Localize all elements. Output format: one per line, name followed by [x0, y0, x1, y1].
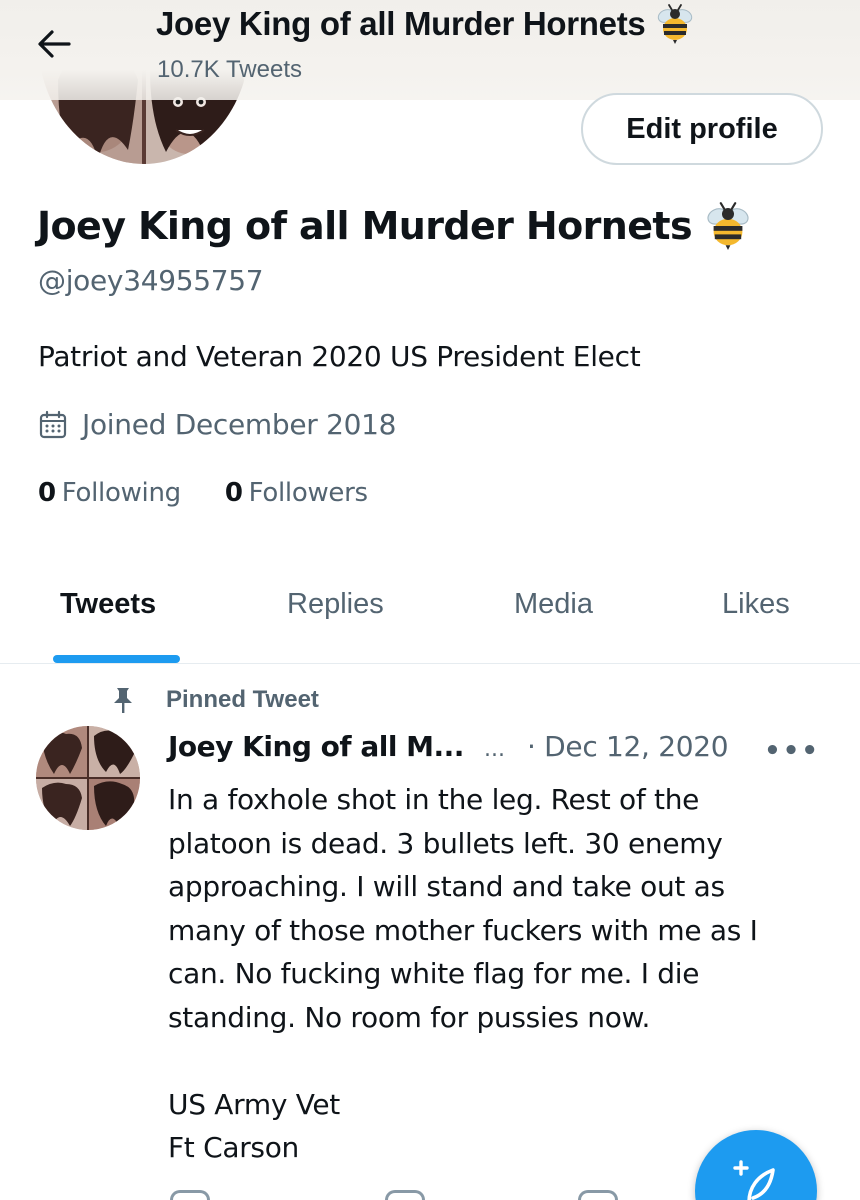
tweet-more-button[interactable]: ••• [764, 736, 820, 766]
pinned-label-row: Pinned Tweet [110, 686, 319, 714]
tab-replies[interactable]: Replies [287, 588, 384, 621]
compose-tweet-icon [733, 1160, 775, 1200]
active-tab-indicator [53, 655, 180, 663]
avatar-image [36, 726, 140, 830]
tweet-date[interactable]: · Dec 12, 2020 [527, 730, 729, 763]
tab-likes[interactable]: Likes [722, 588, 790, 621]
arrow-left-icon [38, 30, 71, 58]
following-link[interactable]: 0 Following [38, 478, 181, 508]
profile-handle: @joey34955757 [38, 264, 264, 297]
followers-count: 0 [224, 478, 243, 508]
tweet-line: many of those mother fuckers with me as … [168, 913, 758, 947]
tweet-name-ellipsis: ... [483, 737, 505, 762]
followers-link[interactable]: 0 Followers [225, 478, 368, 508]
following-count: 0 [38, 478, 56, 508]
tweet-author-avatar[interactable] [36, 726, 140, 830]
tweet-line: In a foxhole shot in the leg. Rest of th… [168, 783, 700, 816]
tab-media[interactable]: Media [514, 588, 593, 621]
tweet-author-name[interactable]: Joey King of all M... [168, 730, 464, 763]
tweet-header: Joey King of all M... ... · Dec 12, 2020… [168, 730, 828, 766]
profile-tabs: Tweets Replies Media Likes [0, 566, 860, 664]
followers-label: Followers [248, 478, 368, 508]
tweet-line: standing. No room for pussies now. [168, 1000, 651, 1034]
edit-profile-button[interactable]: Edit profile [581, 93, 823, 165]
reply-icon[interactable] [170, 1190, 210, 1200]
profile-joined: Joined December 2018 [38, 408, 396, 441]
following-label: Following [61, 478, 181, 508]
profile-stats: 0 Following 0 Followers [38, 478, 368, 508]
display-name-text: Joey King of all Murder Hornets [37, 204, 693, 248]
profile-display-name: Joey King of all Murder Hornets [37, 202, 752, 250]
tab-tweets[interactable]: Tweets [60, 588, 156, 621]
topbar-title: Joey King of all Murder Hornets [156, 4, 695, 44]
calendar-icon [39, 410, 67, 438]
retweet-icon[interactable] [385, 1190, 425, 1200]
bee-emoji-icon [707, 202, 749, 250]
top-app-bar: Joey King of all Murder Hornets 10.7K Tw… [0, 0, 860, 100]
like-icon[interactable] [578, 1190, 618, 1200]
topbar-name: Joey King of all Murder Hornets [156, 5, 646, 42]
back-button[interactable] [30, 24, 78, 64]
tweet-line [168, 1039, 808, 1083]
tweet-line: platoon is dead. 3 bullets left. 30 enem… [168, 826, 723, 860]
joined-text: Joined December 2018 [82, 408, 397, 441]
tweet-count: 10.7K Tweets [157, 56, 302, 83]
profile-bio: Patriot and Veteran 2020 US President El… [38, 340, 641, 373]
tweet-line: approaching. I will stand and take out a… [168, 870, 725, 903]
pin-icon [114, 688, 132, 713]
pinned-tweet-label: Pinned Tweet [166, 686, 319, 713]
tweet-line: US Army Vet [168, 1087, 340, 1121]
tweet-text: In a foxhole shot in the leg. Rest of th… [168, 778, 808, 1170]
tweet-line: can. No fucking white flag for me. I die [168, 957, 700, 990]
bee-emoji-icon [658, 4, 693, 44]
